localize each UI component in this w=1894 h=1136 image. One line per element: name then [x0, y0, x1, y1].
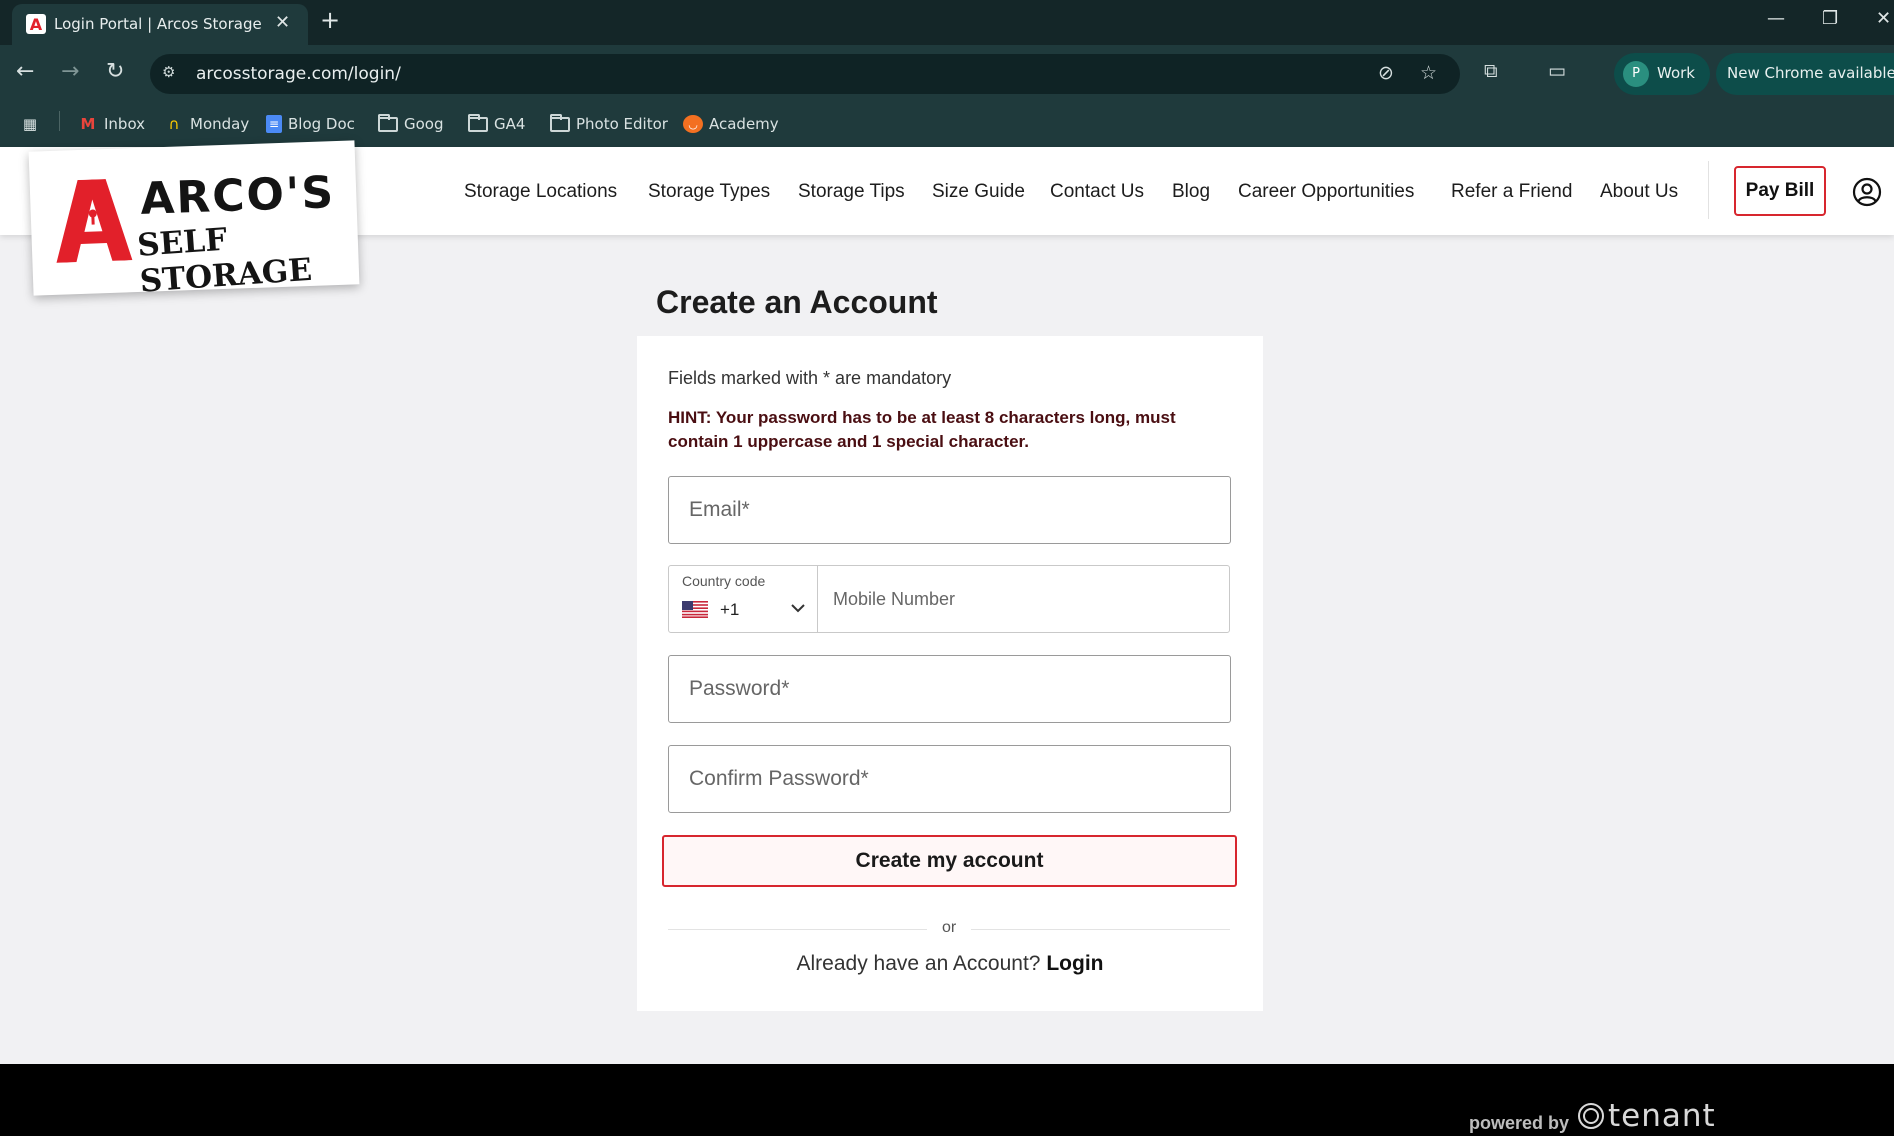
- gmail-icon: M: [80, 115, 96, 133]
- nav-career-opportunities[interactable]: Career Opportunities: [1238, 181, 1414, 203]
- divider-right: [971, 929, 1230, 930]
- page-title: Create an Account: [656, 284, 938, 320]
- bookmark-blog-doc[interactable]: ≡ Blog Doc: [266, 112, 355, 136]
- country-code-value: +1: [720, 600, 740, 619]
- mandatory-note: Fields marked with * are mandatory: [668, 368, 952, 388]
- bookmark-goog[interactable]: Goog: [378, 112, 444, 136]
- bookmark-monday[interactable]: ∩ Monday: [164, 112, 250, 136]
- divider-left: [668, 929, 927, 930]
- password-placeholder: Password*: [689, 677, 790, 700]
- nav-about-us[interactable]: About Us: [1600, 181, 1678, 203]
- minimize-icon[interactable]: —: [1767, 8, 1785, 29]
- forward-icon[interactable]: →: [61, 59, 79, 84]
- folder-icon: [468, 113, 488, 132]
- tab-title: Login Portal | Arcos Storage: [54, 15, 262, 33]
- site-logo[interactable]: ARCO'S SELF STORAGE: [28, 140, 360, 300]
- tenant-brand[interactable]: tenant: [1608, 1098, 1716, 1134]
- close-window-icon[interactable]: ✕: [1876, 8, 1891, 29]
- browser-toolbar: ← → ↻ ⚙ arcosstorage.com/login/ ⊘ ☆ ⧉ ▭ …: [0, 45, 1894, 103]
- reload-icon[interactable]: ↻: [106, 59, 124, 84]
- bookmark-label: GA4: [494, 115, 526, 133]
- nav-blog[interactable]: Blog: [1172, 181, 1210, 203]
- site-footer: powered by tenant: [0, 1064, 1894, 1136]
- logo-a-lock-icon: [56, 179, 133, 263]
- tab-strip: A Login Portal | Arcos Storage ✕ + — ❐ ✕: [0, 0, 1894, 45]
- create-account-card: Fields marked with * are mandatory HINT:…: [637, 336, 1263, 1011]
- tab-close-icon[interactable]: ✕: [275, 12, 290, 33]
- profile-label: Work: [1657, 64, 1695, 82]
- folder-icon: [378, 113, 398, 132]
- site-favicon-icon: A: [26, 14, 46, 34]
- nav-size-guide[interactable]: Size Guide: [932, 181, 1025, 203]
- nav-contact-us[interactable]: Contact Us: [1050, 181, 1144, 203]
- country-code-label: Country code: [682, 573, 766, 589]
- bookmark-star-icon[interactable]: ☆: [1420, 62, 1437, 84]
- email-field[interactable]: Email*: [668, 476, 1231, 544]
- bookmarks-separator: [59, 111, 60, 131]
- chevron-down-icon[interactable]: [791, 601, 805, 615]
- browser-chrome: A Login Portal | Arcos Storage ✕ + — ❐ ✕…: [0, 0, 1894, 147]
- site-info-icon[interactable]: ⚙: [162, 63, 184, 85]
- or-separator: or: [942, 919, 957, 936]
- restore-icon[interactable]: ❐: [1822, 8, 1838, 29]
- email-placeholder: Email*: [689, 498, 750, 521]
- confirm-password-placeholder: Confirm Password*: [689, 767, 869, 790]
- bookmark-ga4[interactable]: GA4: [468, 112, 525, 136]
- cast-search-icon[interactable]: ▭: [1548, 60, 1566, 82]
- bookmark-photo-editor[interactable]: Photo Editor: [550, 112, 668, 136]
- bookmarks-bar: ▦ M Inbox ∩ Monday ≡ Blog Doc Goog GA4 P…: [0, 103, 1894, 147]
- bookmark-label: Academy: [709, 115, 779, 133]
- nav-storage-types[interactable]: Storage Types: [648, 181, 770, 203]
- bookmark-label: Inbox: [104, 115, 146, 133]
- tracking-off-icon[interactable]: ⊘: [1378, 62, 1394, 84]
- nav-storage-tips[interactable]: Storage Tips: [798, 181, 905, 203]
- logo-tagline: SELF STORAGE: [136, 221, 314, 300]
- folder-icon: [550, 113, 570, 132]
- password-field[interactable]: Password*: [668, 655, 1231, 723]
- monday-icon: ∩: [168, 115, 180, 133]
- bookmark-label: Monday: [190, 115, 250, 133]
- mobile-number-input[interactable]: Mobile Number: [833, 589, 955, 610]
- chrome-update-button[interactable]: New Chrome available: [1716, 53, 1894, 95]
- profile-button[interactable]: P Work: [1614, 53, 1710, 95]
- address-bar[interactable]: ⚙ arcosstorage.com/login/ ⊘ ☆: [150, 54, 1460, 94]
- powered-by-text: powered by: [1469, 1113, 1570, 1133]
- back-icon[interactable]: ←: [16, 59, 34, 84]
- password-hint: HINT: Your password has to be at least 8…: [668, 408, 1176, 451]
- docs-icon: ≡: [266, 115, 282, 133]
- login-link[interactable]: Login: [1046, 952, 1103, 975]
- update-label: New Chrome available: [1727, 64, 1894, 82]
- create-account-button[interactable]: Create my account: [662, 835, 1237, 887]
- new-tab-icon[interactable]: +: [320, 6, 340, 34]
- bookmark-label: Blog Doc: [288, 115, 355, 133]
- nav-refer-a-friend[interactable]: Refer a Friend: [1451, 181, 1572, 203]
- browser-tab-active[interactable]: A Login Portal | Arcos Storage ✕: [12, 4, 308, 45]
- academy-icon: ◡: [683, 115, 703, 133]
- bookmark-label: Goog: [404, 115, 444, 133]
- phone-field-group: Country code +1 Mobile Number: [668, 565, 1230, 633]
- already-text: Already have an Account?: [796, 952, 1041, 975]
- tenant-logo-icon: [1578, 1103, 1604, 1129]
- bookmark-academy[interactable]: ◡ Academy: [683, 112, 779, 136]
- login-prompt: Already have an Account? Login: [637, 952, 1263, 976]
- country-code-select[interactable]: Country code +1: [669, 566, 818, 632]
- nav-storage-locations[interactable]: Storage Locations: [464, 181, 617, 203]
- confirm-password-field[interactable]: Confirm Password*: [668, 745, 1231, 813]
- pay-bill-button[interactable]: Pay Bill: [1734, 166, 1826, 216]
- extensions-icon[interactable]: ⧉: [1484, 60, 1498, 82]
- nav-divider: [1708, 161, 1709, 219]
- apps-grid-icon[interactable]: ▦: [20, 112, 40, 136]
- us-flag-icon: [682, 601, 708, 618]
- bookmark-label: Photo Editor: [576, 115, 668, 133]
- profile-avatar: P: [1623, 61, 1649, 87]
- url-text[interactable]: arcosstorage.com/login/: [196, 64, 401, 84]
- bookmark-inbox[interactable]: M Inbox: [78, 112, 146, 136]
- user-account-icon[interactable]: [1852, 177, 1882, 207]
